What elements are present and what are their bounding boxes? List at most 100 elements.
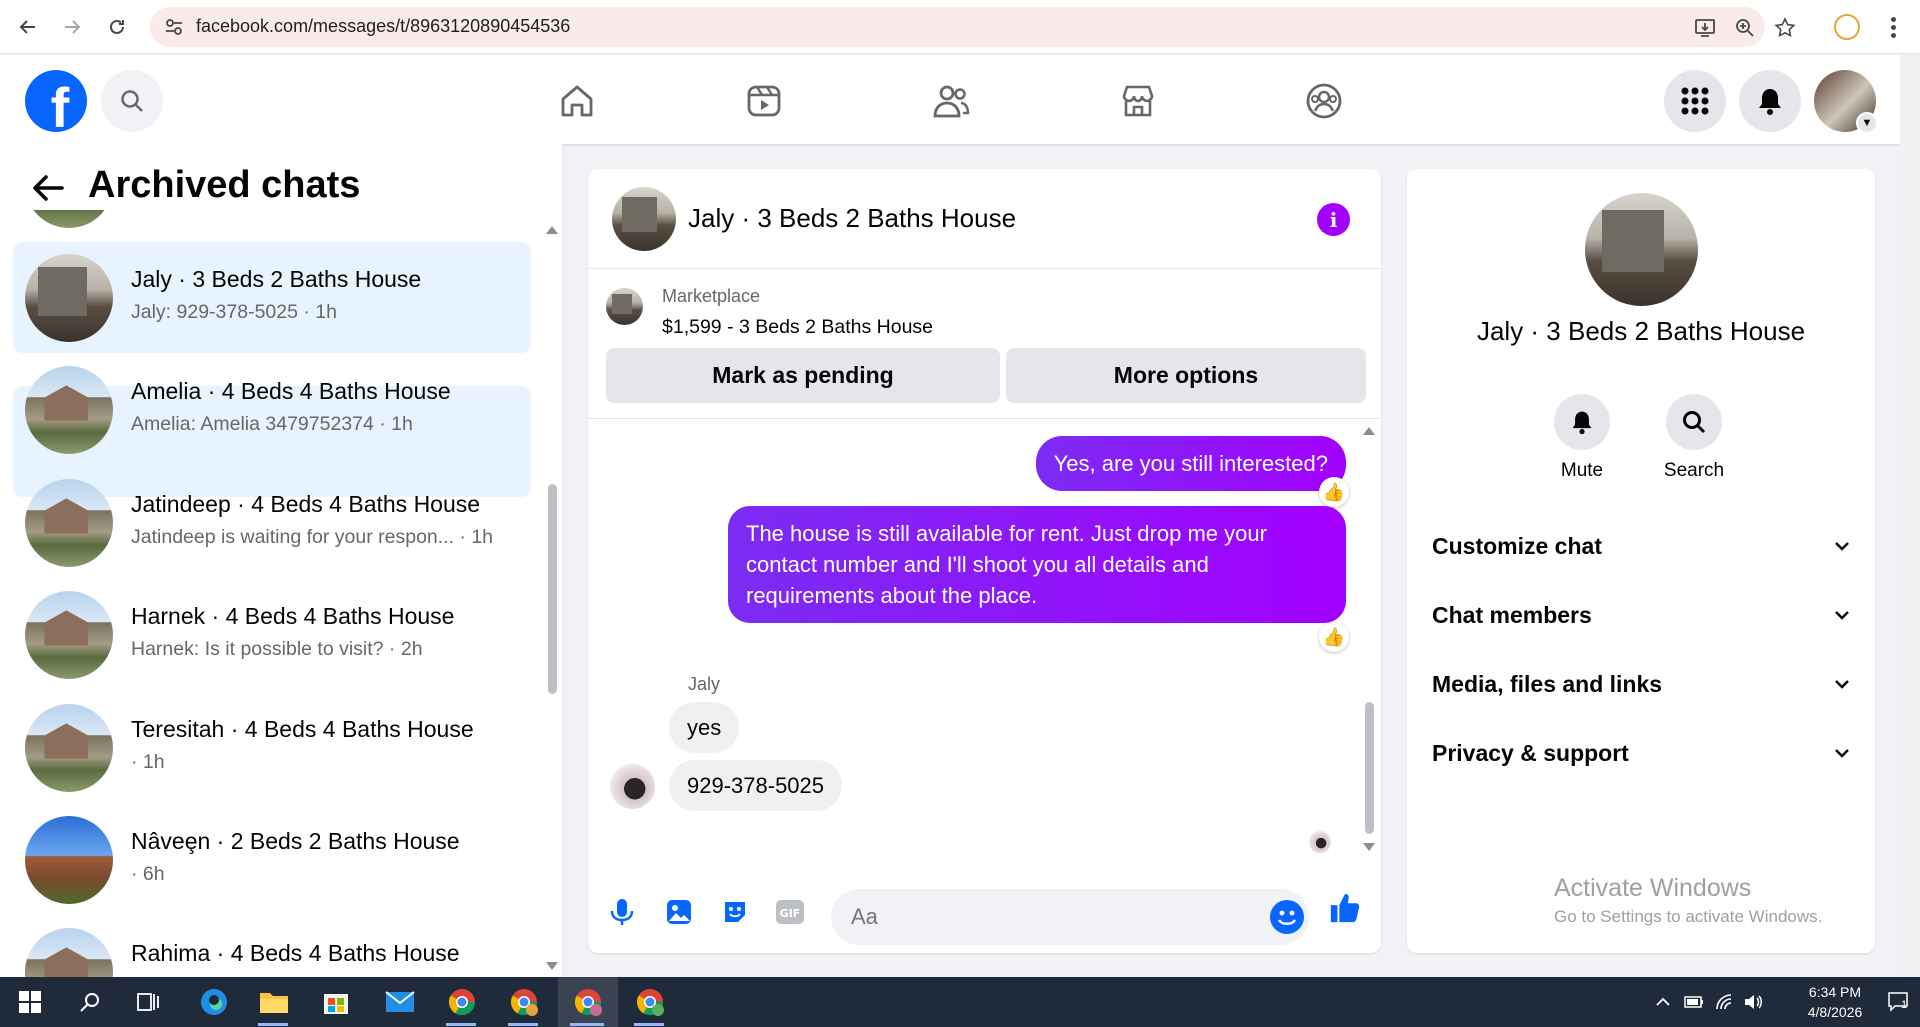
chat-header: Jaly · 3 Beds 2 Baths House i: [588, 169, 1381, 269]
thumbs-up-reaction-icon[interactable]: 👍: [1319, 622, 1349, 652]
message-input[interactable]: [831, 889, 1309, 945]
chrome-profile-icon[interactable]: [506, 984, 542, 1020]
svg-text:GIF: GIF: [780, 907, 801, 920]
taskbar-search-icon[interactable]: [72, 984, 108, 1020]
conversation-preview: · 1h: [131, 751, 165, 773]
conversation-avatar: [25, 704, 113, 792]
outgoing-message[interactable]: The house is still available for rent. J…: [728, 506, 1346, 623]
chat-title[interactable]: Jaly · 3 Beds 2 Baths House: [688, 203, 1016, 234]
tray-overflow-chevron-icon[interactable]: [1652, 991, 1674, 1013]
conversation-item-naveen[interactable]: Nâveȩn · 2 Beds 2 Baths House · 6h: [13, 804, 531, 915]
url-text[interactable]: facebook.com/messages/t/8963120890454536: [196, 16, 570, 37]
search-in-chat-button[interactable]: Search: [1649, 394, 1739, 482]
contact-avatar[interactable]: [1585, 193, 1698, 306]
customize-chat-section[interactable]: Customize chat: [1432, 521, 1850, 571]
more-options-button[interactable]: More options: [1006, 348, 1366, 403]
reload-icon[interactable]: [101, 11, 133, 43]
taskbar-running-indicator: [446, 1023, 476, 1026]
mark-as-pending-button[interactable]: Mark as pending: [606, 348, 1000, 403]
chat-scroll-down[interactable]: [1363, 843, 1375, 851]
battery-icon[interactable]: [1683, 991, 1705, 1013]
incoming-message[interactable]: yes: [669, 702, 740, 753]
edge-browser-icon[interactable]: [196, 984, 232, 1020]
conversation-name: Harnek · 4 Beds 4 Baths House: [131, 603, 455, 629]
home-icon[interactable]: [551, 75, 603, 127]
install-app-icon[interactable]: [1693, 16, 1717, 40]
chrome-profile-icon[interactable]: [570, 984, 606, 1020]
conversation-preview: · 6h: [131, 863, 165, 885]
chat-avatar[interactable]: [612, 187, 676, 251]
conversation-item-harnek[interactable]: Harnek · 4 Beds 4 Baths House Harnek: Is…: [13, 579, 531, 690]
mute-label: Mute: [1560, 460, 1604, 481]
sidebar-scroll-up[interactable]: [546, 226, 558, 234]
mute-button[interactable]: Mute: [1537, 394, 1627, 482]
conversation-item-teresitah[interactable]: Teresitah · 4 Beds 4 Baths House · 1h: [13, 692, 531, 803]
chat-panel: Jaly · 3 Beds 2 Baths House i Marketplac…: [588, 169, 1381, 953]
photo-icon[interactable]: [662, 895, 696, 929]
conversation-avatar: [25, 591, 113, 679]
video-icon[interactable]: [738, 75, 790, 127]
conversation-item-jatindeep[interactable]: Jatindeep · 4 Beds 4 Baths House Jatinde…: [13, 467, 531, 578]
wifi-icon[interactable]: [1714, 991, 1736, 1013]
groups-icon[interactable]: [1298, 75, 1350, 127]
notifications-bell-icon[interactable]: [1739, 70, 1801, 132]
menu-grid-icon[interactable]: [1664, 70, 1726, 132]
browser-profile-icon[interactable]: [1834, 14, 1860, 40]
listing-thumbnail[interactable]: [606, 288, 643, 325]
gif-icon[interactable]: GIF: [773, 895, 807, 929]
forward-icon[interactable]: [56, 11, 88, 43]
chevron-down-icon: [1835, 611, 1849, 620]
conversation-name: Amelia · 4 Beds 4 Baths House: [131, 378, 451, 404]
marketplace-label: Marketplace: [662, 286, 761, 306]
task-view-icon[interactable]: [130, 984, 166, 1020]
windows-start-icon[interactable]: [12, 984, 48, 1020]
chat-members-section[interactable]: Chat members: [1432, 590, 1850, 640]
listing-title[interactable]: $1,599 - 3 Beds 2 Baths House: [662, 316, 933, 339]
chrome-icon[interactable]: [444, 984, 480, 1020]
windows-taskbar: 6:34 PM 4/8/2026 1: [0, 977, 1920, 1027]
chat-scroll-up[interactable]: [1363, 427, 1375, 435]
sticker-icon[interactable]: [718, 895, 752, 929]
media-files-links-section[interactable]: Media, files and links: [1432, 659, 1850, 709]
file-explorer-icon[interactable]: [256, 984, 292, 1020]
info-icon[interactable]: i: [1317, 203, 1350, 236]
thumbs-up-send-icon[interactable]: [1328, 891, 1362, 925]
chat-scrollbar-thumb[interactable]: [1365, 702, 1374, 834]
conversation-preview: Jaly: 929-378-5025 · 1h: [131, 301, 337, 323]
taskbar-clock[interactable]: 6:34 PM 4/8/2026: [1790, 982, 1880, 1022]
marketplace-icon[interactable]: [1112, 75, 1164, 127]
sender-avatar[interactable]: [610, 764, 655, 809]
account-chevron-down-icon[interactable]: ▼: [1856, 112, 1878, 134]
notification-center-icon[interactable]: 1: [1886, 991, 1912, 1013]
browser-menu-icon[interactable]: [1885, 14, 1901, 42]
thumbs-up-reaction-icon[interactable]: 👍: [1319, 477, 1349, 507]
back-arrow-icon[interactable]: [30, 170, 66, 206]
search-icon[interactable]: [101, 70, 163, 132]
privacy-support-section[interactable]: Privacy & support: [1432, 728, 1850, 778]
conversation-avatar: [25, 366, 113, 454]
page-scrollbar[interactable]: [1900, 55, 1920, 977]
site-settings-icon[interactable]: [164, 17, 184, 37]
back-icon[interactable]: [12, 11, 44, 43]
microphone-icon[interactable]: [605, 895, 639, 929]
friends-icon[interactable]: [925, 75, 977, 127]
message-thread: Yes, are you still interested? 👍 The hou…: [588, 420, 1381, 860]
address-bar[interactable]: facebook.com/messages/t/8963120890454536: [150, 7, 1796, 47]
outgoing-message[interactable]: Yes, are you still interested?: [1035, 436, 1346, 491]
conversation-item-rahima[interactable]: Rahima · 4 Beds 4 Baths House: [13, 916, 531, 977]
sidebar-scroll-down[interactable]: [546, 962, 558, 970]
conversation-item-jaly[interactable]: Jaly · 3 Beds 2 Baths House Jaly: 929-37…: [13, 242, 531, 353]
chrome-profile-icon[interactable]: [632, 984, 668, 1020]
emoji-icon[interactable]: [1270, 900, 1304, 934]
zoom-icon[interactable]: [1733, 16, 1757, 40]
facebook-logo-icon[interactable]: f: [25, 70, 87, 132]
incoming-message[interactable]: 929-378-5025: [669, 760, 843, 811]
microsoft-store-icon[interactable]: [318, 984, 354, 1020]
mail-icon[interactable]: [382, 984, 418, 1020]
volume-icon[interactable]: [1742, 991, 1764, 1013]
conversation-name: Jatindeep · 4 Beds 4 Baths House: [131, 491, 481, 517]
bookmark-star-icon[interactable]: [1773, 16, 1797, 40]
conversation-item-amelia[interactable]: Amelia · 4 Beds 4 Baths House Amelia: Am…: [13, 354, 531, 465]
read-receipt-avatar: [1309, 831, 1331, 853]
sidebar-scrollbar-thumb[interactable]: [548, 484, 557, 694]
